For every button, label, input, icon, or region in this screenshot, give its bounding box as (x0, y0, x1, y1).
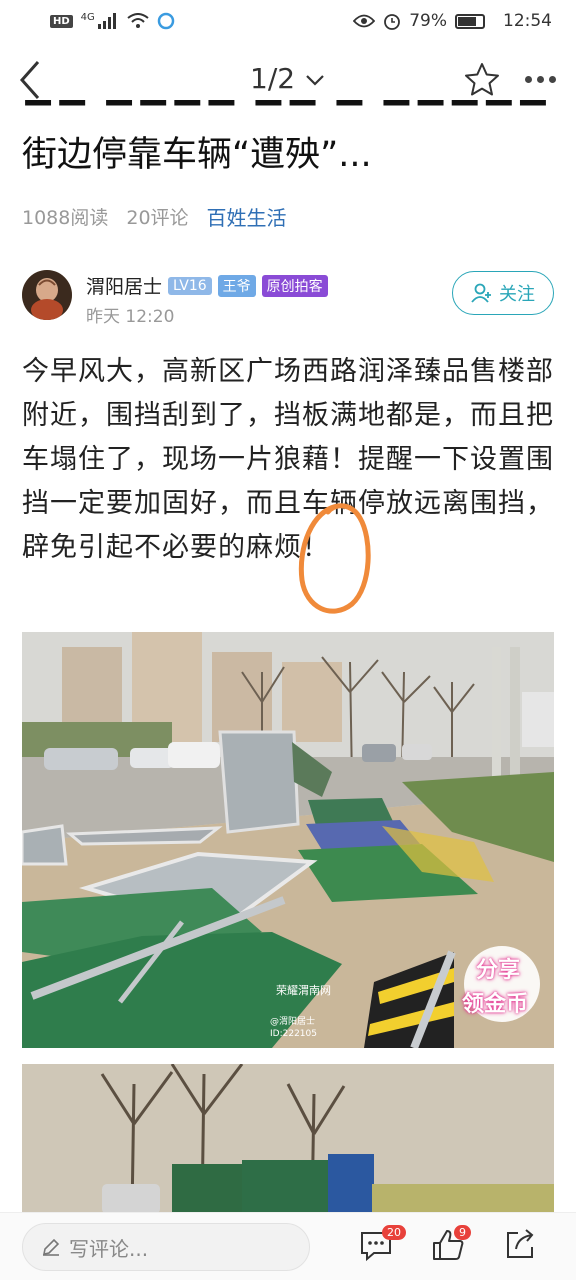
more-options-button[interactable] (518, 64, 562, 94)
share-icon (507, 1229, 534, 1258)
title-badge: 王爷 (217, 274, 256, 297)
comment-input[interactable]: 写评论... (22, 1223, 310, 1271)
annotation-circle (298, 503, 371, 614)
chevron-down-icon (306, 75, 324, 86)
network-type: 4G (80, 11, 95, 23)
add-user-icon (471, 283, 491, 303)
author-name[interactable]: 渭阳居士 (86, 272, 162, 299)
share-badge-line2: 领金币 (462, 992, 529, 1017)
article-title: 街边停靠车辆“遭殃”... (22, 135, 372, 175)
like-count-badge: 9 (454, 1225, 471, 1240)
share-button[interactable] (502, 1227, 542, 1267)
eye-icon (353, 14, 376, 28)
battery-percent: 79% (409, 11, 447, 31)
favorite-button[interactable] (462, 60, 502, 100)
alarm-icon (384, 14, 401, 30)
status-bar: HD 4G 79% 12:54 (0, 0, 576, 42)
pencil-icon (42, 1238, 60, 1256)
battery-icon (455, 13, 485, 29)
article-meta: 1088阅读 20评论 百姓生活 (22, 202, 287, 231)
category-link[interactable]: 百姓生活 (207, 202, 287, 231)
post-time: 昨天 12:20 (86, 307, 175, 327)
photo-credit-user: @渭阳居士 (270, 1015, 315, 1027)
star-icon (465, 63, 499, 96)
wifi-icon (127, 13, 149, 28)
role-badge: 原创拍客 (261, 274, 328, 297)
bottom-action-bar: 写评论... 20 9 (0, 1212, 576, 1280)
article-photo-2[interactable] (22, 1064, 554, 1214)
photo-watermark: 荣耀渭南网 (276, 984, 331, 997)
level-badge: LV16 (168, 276, 212, 295)
hd-badge: HD (50, 14, 73, 28)
read-count: 1088阅读 (22, 207, 109, 229)
clock: 12:54 (503, 11, 552, 31)
share-badge-line1: 分享 (476, 958, 521, 983)
follow-label: 关注 (499, 284, 535, 305)
more-dots-icon (524, 75, 532, 83)
author-avatar[interactable] (22, 270, 72, 320)
title-previous-line-clipped: ▬▬ ▬▬▬▬ ▬▬ ▬ ▬▬▬▬▬ ▬▬▬ (22, 100, 552, 116)
author-row: 渭阳居士 LV16 王爷 原创拍客 (86, 272, 328, 299)
photo-credit-id: ID:222105 (270, 1029, 317, 1039)
article-body: 今早风大，高新区广场西路润泽臻品售楼部附近，围挡刮到了，挡板满地都是，而且把车塌… (22, 356, 554, 563)
page-indicator-label: 1/2 (250, 62, 296, 95)
comments-count-badge: 20 (382, 1225, 406, 1240)
comment-placeholder: 写评论... (69, 1236, 149, 1261)
comment-count: 20评论 (126, 207, 189, 229)
signal-icon (97, 13, 116, 29)
follow-button[interactable]: 关注 (452, 271, 554, 315)
app-notify-icon (157, 12, 175, 30)
